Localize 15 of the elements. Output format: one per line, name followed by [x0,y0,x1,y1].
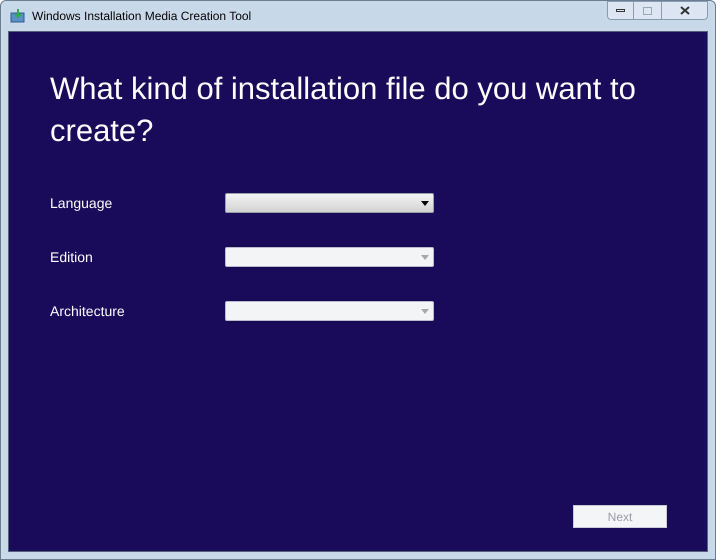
page-heading: What kind of installation file do you want to create? [50,70,637,150]
close-button[interactable] [661,1,708,20]
minimize-icon [616,9,625,12]
dropdown[interactable] [225,193,434,213]
maximize-icon [643,6,652,14]
minimize-button[interactable] [607,1,634,20]
close-icon [680,6,690,15]
field-label: Language [50,194,114,213]
field-label: Edition [50,248,94,266]
caret-icon [421,200,429,206]
field-label: Architecture [50,302,126,320]
caret-icon [421,308,429,314]
window-title: Windows Installation Media Creation Tool [32,8,252,25]
app-icon [10,8,26,24]
caret-icon [421,254,429,260]
